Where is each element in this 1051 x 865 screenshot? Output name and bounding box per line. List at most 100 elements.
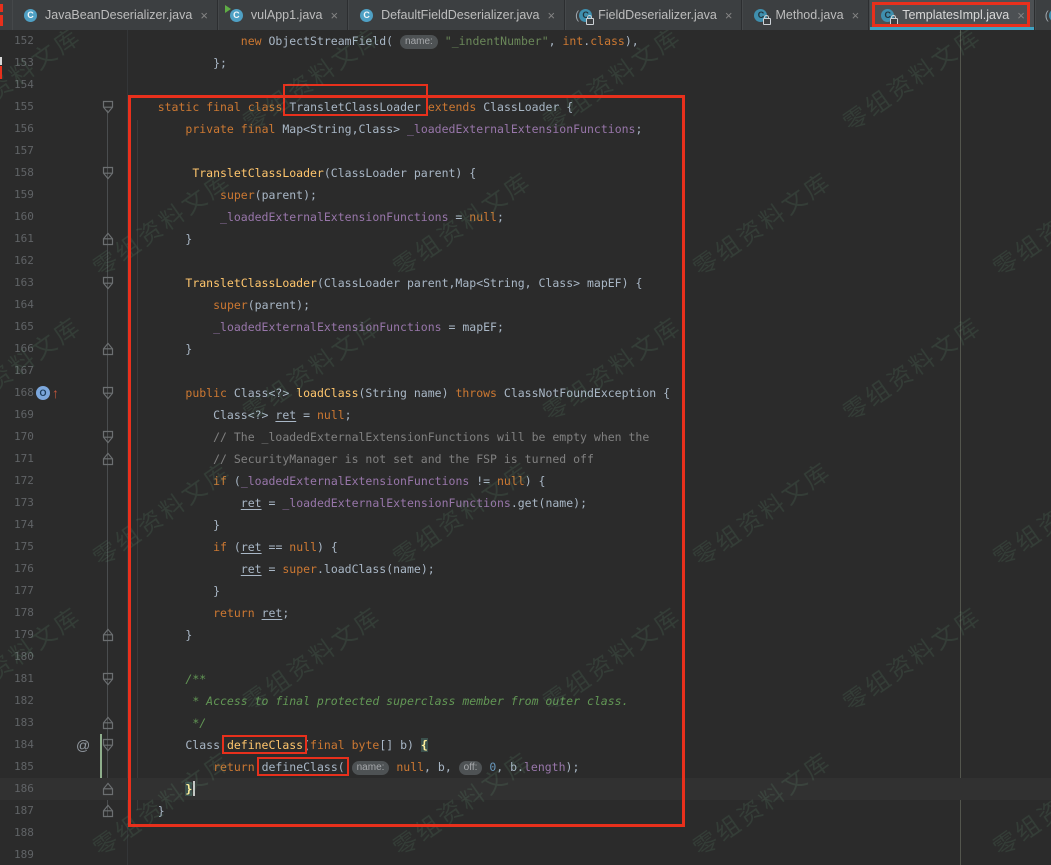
code-text: static final class TransletClassLoader e… [130, 96, 573, 118]
code-line[interactable]: 179 } [0, 624, 1051, 646]
code-line[interactable]: 171 // SecurityManager is not set and th… [0, 448, 1051, 470]
line-number: 173 [14, 492, 54, 514]
code-line[interactable]: 164 super(parent); [0, 294, 1051, 316]
editor-tab[interactable]: CTemplatesImpl.java× [869, 0, 1035, 30]
code-line[interactable]: 185 return defineClass( name: null, b, o… [0, 756, 1051, 778]
code-line[interactable]: 155 static final class TransletClassLoad… [0, 96, 1051, 118]
fold-marker-icon[interactable] [102, 386, 114, 400]
fold-marker-icon[interactable] [102, 430, 114, 444]
fold-marker-icon[interactable] [102, 342, 114, 356]
red-annotated-token: defineClass( [262, 760, 345, 774]
fold-marker-icon[interactable] [102, 628, 114, 642]
fold-marker-icon[interactable] [102, 716, 114, 730]
line-number: 153 [14, 52, 54, 74]
text-caret [193, 781, 195, 796]
code-line[interactable]: 183 */ [0, 712, 1051, 734]
code-line[interactable]: 159 super(parent); [0, 184, 1051, 206]
code-line[interactable]: 177 } [0, 580, 1051, 602]
editor-tab[interactable]: (CClass [1035, 0, 1051, 30]
code-text: if (_loadedExternalExtensionFunctions !=… [130, 470, 545, 492]
code-line[interactable]: 168O↑ public Class<?> loadClass(String n… [0, 382, 1051, 404]
editor-tab[interactable]: CDefaultFieldDeserializer.java× [348, 0, 565, 30]
code-text: } [130, 514, 220, 536]
code-line[interactable]: 161 } [0, 228, 1051, 250]
close-tab-icon[interactable]: × [200, 9, 208, 22]
code-line[interactable]: 169 Class<?> ret = null; [0, 404, 1051, 426]
line-number: 169 [14, 404, 54, 426]
code-line[interactable]: 158 TransletClassLoader(ClassLoader pare… [0, 162, 1051, 184]
code-line[interactable]: 170 // The _loadedExternalExtensionFunct… [0, 426, 1051, 448]
line-number: 171 [14, 448, 54, 470]
fold-marker-icon[interactable] [102, 782, 114, 796]
parameter-hint: off: [459, 761, 483, 775]
code-editor[interactable]: 152 new ObjectStreamField( name: "_inden… [0, 30, 1051, 865]
code-text: /** [130, 668, 206, 690]
code-text: super(parent); [130, 184, 317, 206]
code-line[interactable]: 160 _loadedExternalExtensionFunctions = … [0, 206, 1051, 228]
fold-marker-icon[interactable] [102, 276, 114, 290]
code-text: _loadedExternalExtensionFunctions = null… [130, 206, 504, 228]
editor-tab[interactable]: CJavaBeanDeserializer.java× [12, 0, 218, 30]
line-number: 183 [14, 712, 54, 734]
code-line[interactable]: 182 * Access to final protected supercla… [0, 690, 1051, 712]
code-text: _loadedExternalExtensionFunctions = mapE… [130, 316, 504, 338]
line-number: 165 [14, 316, 54, 338]
class-locked-paren-icon: (C [1045, 7, 1051, 23]
close-tab-icon[interactable]: × [725, 9, 733, 22]
code-line[interactable]: 154 [0, 74, 1051, 96]
code-text: public Class<?> loadClass(String name) t… [130, 382, 670, 404]
code-line[interactable]: 167 [0, 360, 1051, 382]
editor-tab-bar: CJavaBeanDeserializer.java×CvulApp1.java… [0, 0, 1051, 30]
code-line[interactable]: 156 private final Map<String,Class> _loa… [0, 118, 1051, 140]
code-line[interactable]: 184@ Class defineClass(final byte[] b) { [0, 734, 1051, 756]
code-line[interactable]: 187 } [0, 800, 1051, 822]
code-text: private final Map<String,Class> _loadedE… [130, 118, 642, 140]
line-number: 184 [14, 734, 54, 756]
code-line[interactable]: 189 [0, 844, 1051, 865]
code-line[interactable]: 176 ret = super.loadClass(name); [0, 558, 1051, 580]
code-line[interactable]: 180 [0, 646, 1051, 668]
line-number: 156 [14, 118, 54, 140]
close-tab-icon[interactable]: × [547, 9, 555, 22]
code-line[interactable]: 173 ret = _loadedExternalExtensionFuncti… [0, 492, 1051, 514]
code-line[interactable]: 172 if (_loadedExternalExtensionFunction… [0, 470, 1051, 492]
code-text: TransletClassLoader(ClassLoader parent,M… [130, 272, 642, 294]
fold-marker-icon[interactable] [102, 100, 114, 114]
code-line[interactable]: 181 /** [0, 668, 1051, 690]
code-line[interactable]: 178 return ret; [0, 602, 1051, 624]
editor-tab[interactable]: CMethod.java× [742, 0, 869, 30]
code-line[interactable]: 186 } [0, 778, 1051, 800]
lock-icon [586, 18, 594, 25]
close-tab-icon[interactable]: × [852, 9, 860, 22]
code-line[interactable]: 175 if (ret == null) { [0, 536, 1051, 558]
code-line[interactable]: 163 TransletClassLoader(ClassLoader pare… [0, 272, 1051, 294]
fold-marker-icon[interactable] [102, 672, 114, 686]
code-line[interactable]: 152 new ObjectStreamField( name: "_inden… [0, 30, 1051, 52]
parameter-hint: name: [352, 761, 390, 775]
code-line[interactable]: 157 [0, 140, 1051, 162]
line-number: 180 [14, 646, 54, 668]
fold-marker-icon[interactable] [102, 166, 114, 180]
class-circle-icon: C [24, 9, 37, 22]
code-line[interactable]: 174 } [0, 514, 1051, 536]
code-line[interactable]: 188 [0, 822, 1051, 844]
fold-marker-icon[interactable] [102, 232, 114, 246]
editor-tab[interactable]: (CFieldDeserializer.java× [565, 0, 742, 30]
override-method-icon[interactable]: O [36, 386, 50, 400]
code-text: TransletClassLoader(ClassLoader parent) … [130, 162, 476, 184]
line-number: 188 [14, 822, 54, 844]
code-line[interactable]: 166 } [0, 338, 1051, 360]
fold-marker-icon[interactable] [102, 452, 114, 466]
annotation-gutter-icon[interactable]: @ [76, 734, 90, 756]
line-number: 159 [14, 184, 54, 206]
code-line[interactable]: 165 _loadedExternalExtensionFunctions = … [0, 316, 1051, 338]
code-line[interactable]: 162 [0, 250, 1051, 272]
parameter-hint: name: [400, 35, 438, 49]
fold-marker-icon[interactable] [102, 738, 114, 752]
fold-marker-icon[interactable] [102, 804, 114, 818]
close-tab-icon[interactable]: × [330, 9, 338, 22]
editor-tab[interactable]: CvulApp1.java× [218, 0, 348, 30]
code-line[interactable]: 153 }; [0, 52, 1051, 74]
close-tab-icon[interactable]: × [1017, 9, 1025, 22]
code-text: new ObjectStreamField( name: "_indentNum… [130, 30, 639, 52]
